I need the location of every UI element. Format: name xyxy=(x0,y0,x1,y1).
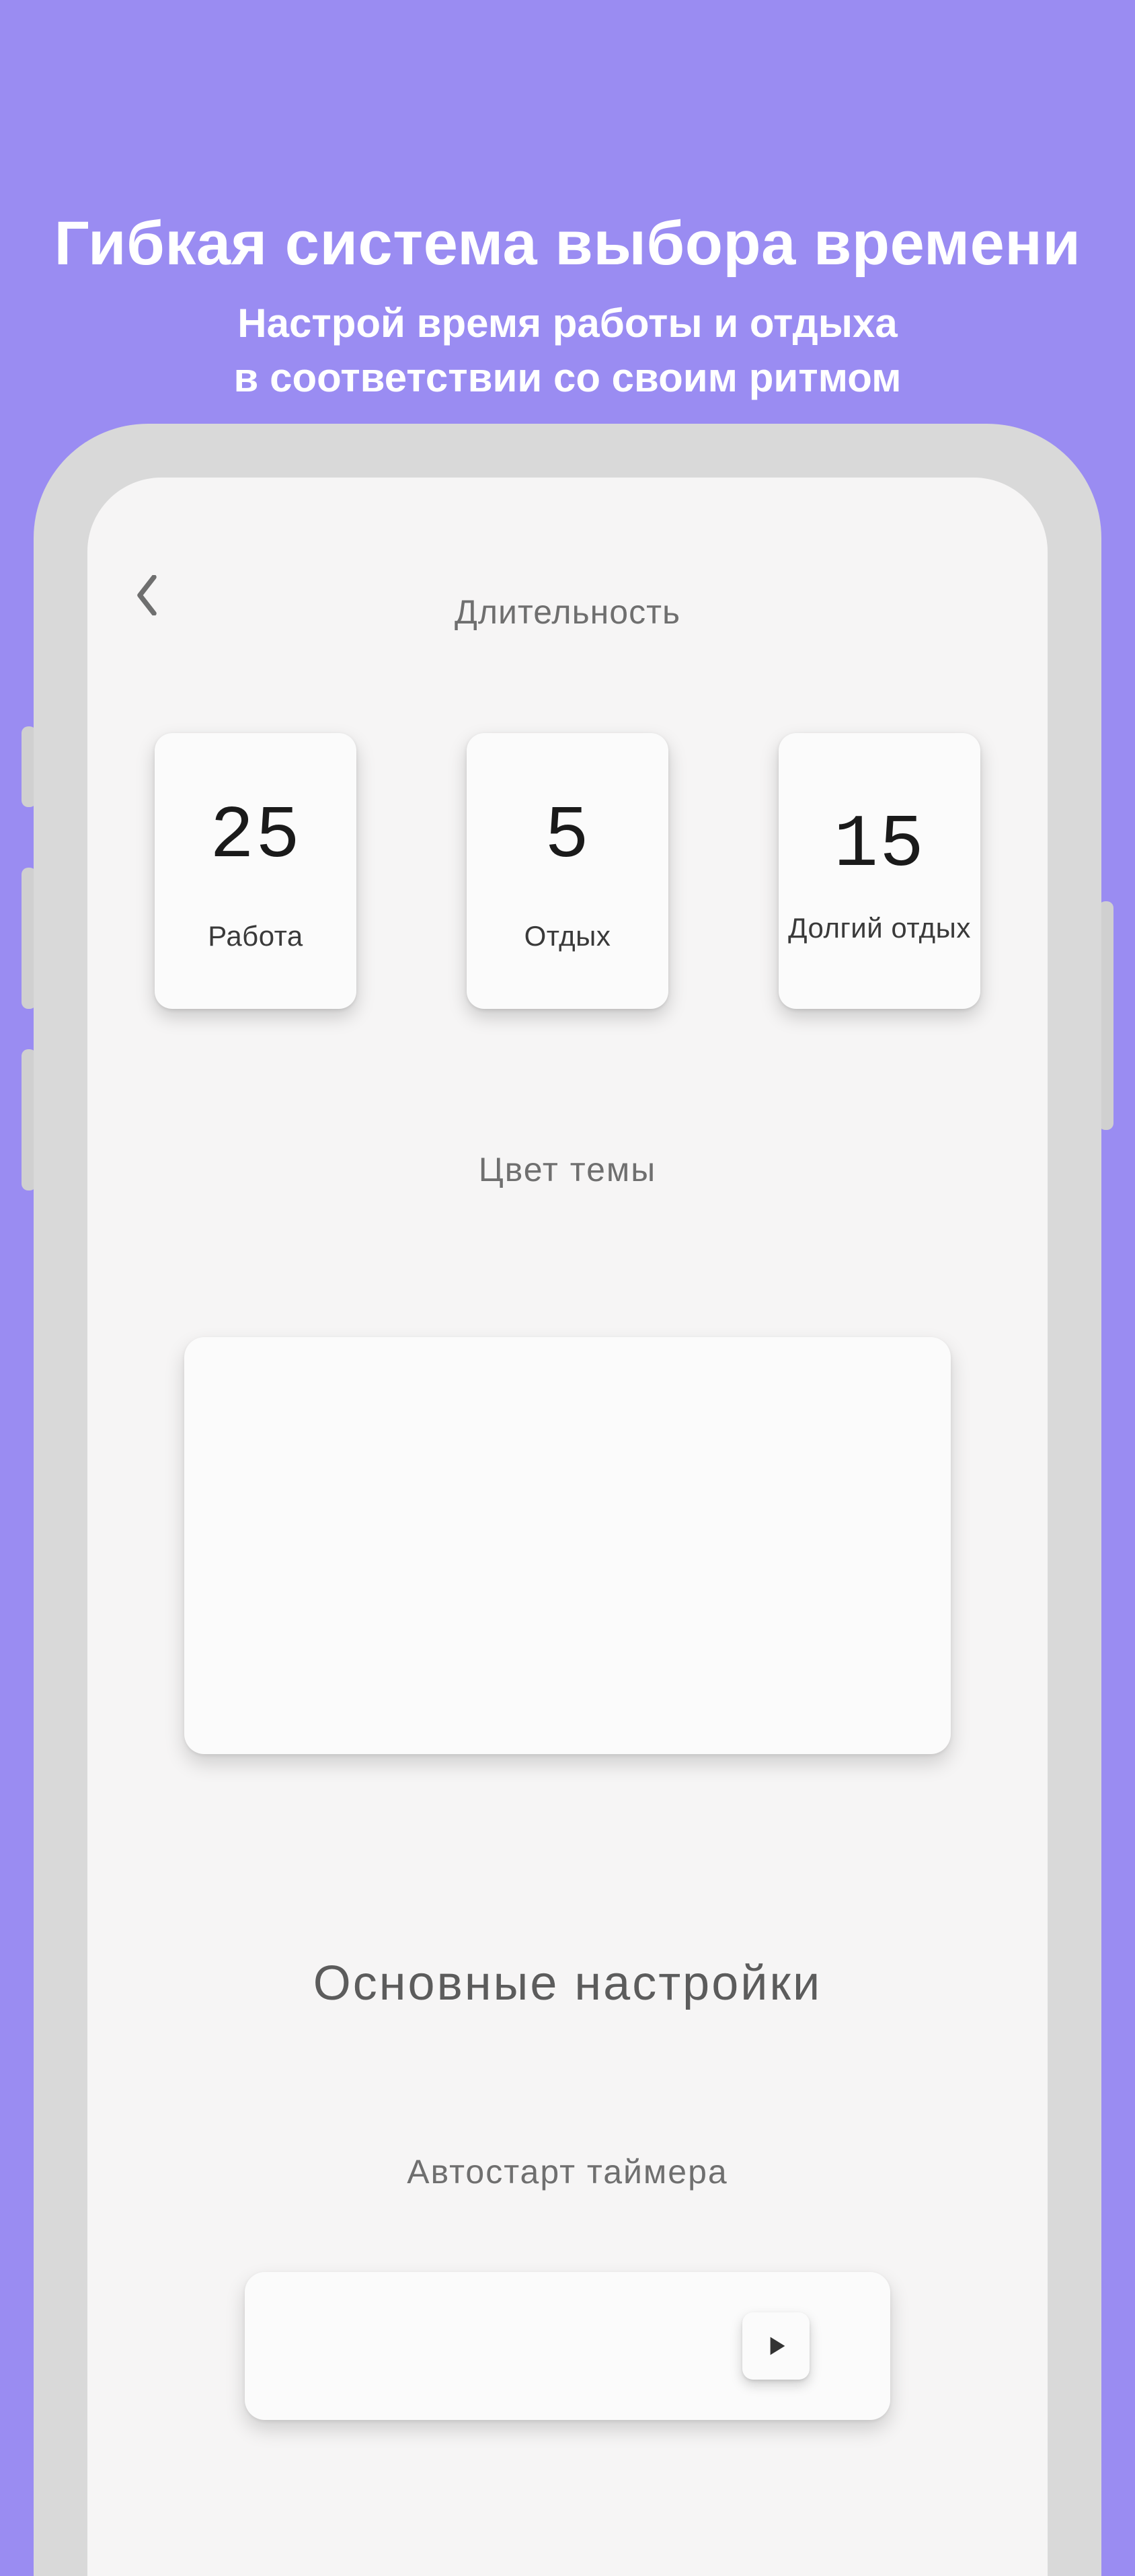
play-icon xyxy=(762,2333,789,2359)
back-icon[interactable] xyxy=(128,575,168,615)
duration-value-rest: 5 xyxy=(545,795,590,879)
duration-value-work: 25 xyxy=(210,795,301,879)
autostart-toggle-card[interactable] xyxy=(245,2272,890,2420)
toggle-knob[interactable] xyxy=(742,2312,810,2380)
duration-cards-row: 25 Работа 5 Отдых 15 Долгий отдых xyxy=(87,733,1048,1009)
autostart-timer-label: Автостарт таймера xyxy=(87,2152,1048,2191)
promo-subtitle: Настрой время работы и отдыха в соответс… xyxy=(0,296,1135,405)
main-settings-title: Основные настройки xyxy=(87,1956,1048,2011)
duration-label-long-rest: Долгий отдых xyxy=(788,911,971,945)
app-header: Длительность xyxy=(87,478,1048,652)
duration-card-long-rest[interactable]: 15 Долгий отдых xyxy=(779,733,980,1009)
phone-screen: Длительность 25 Работа 5 Отдых 15 Долгий… xyxy=(87,478,1048,2576)
duration-label-work: Работа xyxy=(208,919,303,953)
duration-label-rest: Отдых xyxy=(524,919,611,953)
promo-title: Гибкая система выбора времени xyxy=(0,209,1135,279)
header-title: Длительность xyxy=(455,593,680,632)
promo-subtitle-line2: в соответствии со своим ритмом xyxy=(234,355,902,400)
promo-subtitle-line1: Настрой время работы и отдыха xyxy=(237,301,897,346)
theme-color-picker[interactable] xyxy=(184,1337,951,1754)
phone-frame-outer: Длительность 25 Работа 5 Отдых 15 Долгий… xyxy=(34,424,1101,2576)
duration-value-long-rest: 15 xyxy=(834,804,925,888)
duration-card-work[interactable]: 25 Работа xyxy=(155,733,356,1009)
theme-color-label: Цвет темы xyxy=(87,1150,1048,1189)
duration-card-rest[interactable]: 5 Отдых xyxy=(467,733,668,1009)
